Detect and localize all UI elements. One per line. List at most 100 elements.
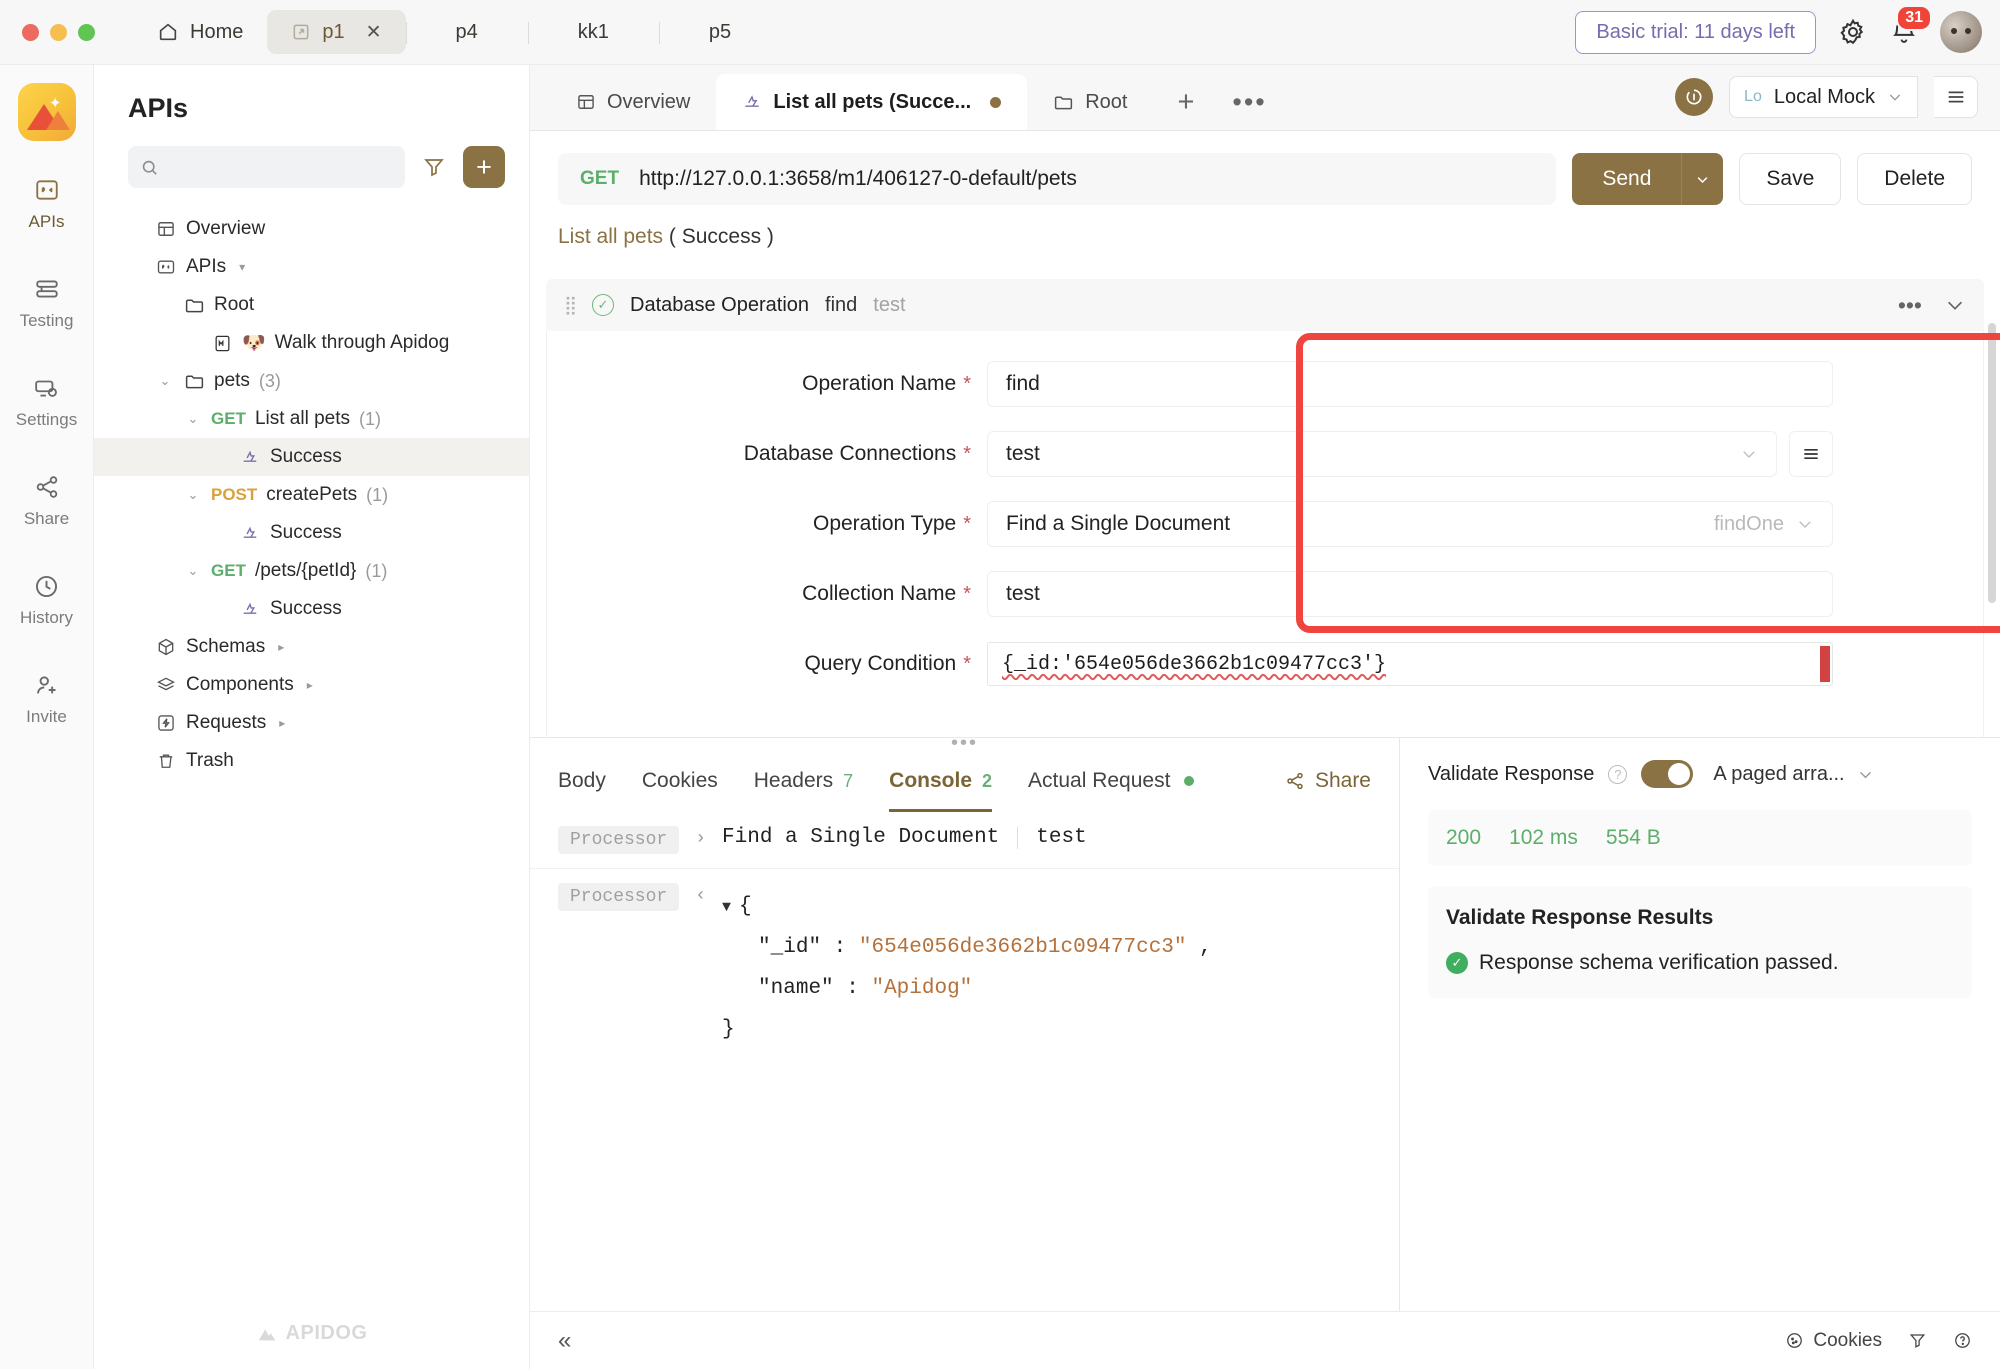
tree-item-caret-icon[interactable]: ▾ [239, 260, 245, 274]
search-box[interactable] [128, 146, 405, 188]
json-value: "Apidog" [871, 976, 973, 1000]
tab-console[interactable]: Console 2 [889, 750, 992, 812]
minimize-window-button[interactable] [50, 23, 67, 41]
url-bar[interactable]: GET http://127.0.0.1:3658/m1/406127-0-de… [558, 153, 1557, 205]
filter-icon[interactable] [1908, 1331, 1927, 1350]
apidog-watermark: APIDOG [256, 1322, 368, 1345]
tree-item-success[interactable]: ⌄Success [94, 590, 529, 628]
new-tab-button[interactable]: + [1153, 74, 1218, 130]
search-input[interactable] [169, 157, 393, 177]
share-button[interactable]: Share [1285, 769, 1371, 793]
send-button[interactable]: Send [1572, 153, 1682, 205]
sync-icon[interactable] [1675, 78, 1714, 116]
tree-item-components[interactable]: ⌄Components▸ [94, 666, 529, 704]
drag-handle-icon[interactable]: ⣿ [564, 296, 577, 314]
trial-badge[interactable]: Basic trial: 11 days left [1575, 10, 1816, 54]
database-connection-menu-icon[interactable] [1789, 431, 1833, 477]
tab-root[interactable]: Root [1027, 74, 1153, 130]
tree-item-createpets[interactable]: ⌄ POST createPets (1) [94, 476, 529, 514]
notifications-bell-icon[interactable]: 31 [1890, 5, 1932, 47]
environment-menu-icon[interactable] [1934, 76, 1978, 118]
validate-toggle[interactable] [1641, 760, 1694, 788]
required-marker: * [963, 373, 971, 395]
help-icon[interactable] [1953, 1331, 1972, 1350]
tabs-more-button[interactable]: ••• [1218, 74, 1280, 130]
rail-item-invite[interactable]: Invite [0, 670, 93, 727]
rail-item-history[interactable]: History [0, 571, 93, 628]
tab-divider [658, 22, 660, 44]
add-button[interactable]: + [463, 146, 505, 188]
tree-item-overview[interactable]: ⌄Overview [94, 210, 529, 248]
tree-item-label: Success [270, 446, 342, 467]
rail-item-testing[interactable]: Testing [0, 274, 93, 331]
response-left: ••• Body Cookies Headers 7 Console 2 Act… [530, 733, 1400, 1311]
chevron-down-icon[interactable]: ⌄ [156, 373, 174, 389]
tree-item-pets-petid[interactable]: ⌄ GET/pets/{petId} (1) [94, 552, 529, 590]
operation-header-actions: ••• [1898, 292, 1966, 319]
collapse-chevron-icon[interactable] [1944, 294, 1966, 316]
window-tab-p4[interactable]: p4 [405, 10, 528, 54]
unsaved-dot [990, 96, 1002, 108]
resize-grip[interactable]: ••• [530, 733, 1399, 753]
chevron-down-icon[interactable]: ⌄ [184, 487, 202, 503]
rail-item-share[interactable]: Share [0, 472, 93, 529]
window-tab-p5[interactable]: p5 [658, 10, 781, 54]
send-options-icon[interactable] [1681, 153, 1724, 205]
chevron-down-icon[interactable]: ▼ [722, 899, 731, 916]
chevron-down-icon[interactable]: ⌄ [184, 411, 202, 427]
operation-name-input[interactable]: find [987, 361, 1833, 407]
database-connection-select[interactable]: test [987, 431, 1777, 477]
window-tab-p1[interactable]: p1 ✕ [267, 10, 406, 54]
tab-cookies[interactable]: Cookies [642, 750, 718, 812]
tree-item-root[interactable]: ⌄Root [94, 286, 529, 324]
tab-body[interactable]: Body [558, 750, 606, 812]
rail-item-apis[interactable]: APIs [0, 175, 93, 232]
filter-icon[interactable] [417, 150, 451, 184]
more-icon[interactable]: ••• [1898, 292, 1922, 319]
tree-item-apis[interactable]: ⌄APIs▾ [94, 248, 529, 286]
expand-arrow-icon[interactable]: › [695, 826, 706, 849]
home-tab[interactable]: Home [133, 10, 269, 54]
tree-item-schemas[interactable]: ⌄Schemas▸ [94, 628, 529, 666]
tree-item-list-all-pets[interactable]: ⌄ GET List all pets (1) [94, 400, 529, 438]
tree-item-caret-icon[interactable]: ▸ [279, 716, 285, 730]
save-button[interactable]: Save [1739, 153, 1842, 205]
tree-item-caret-icon[interactable]: ▸ [278, 640, 284, 654]
collapse-arrow-icon[interactable]: ‹ [695, 883, 706, 906]
operation-type-select[interactable]: Find a Single Document findOne [987, 501, 1833, 547]
tree-item-success[interactable]: ⌄Success [94, 514, 529, 552]
enabled-check-icon[interactable]: ✓ [592, 294, 614, 316]
tab-headers[interactable]: Headers 7 [754, 750, 853, 812]
delete-button[interactable]: Delete [1857, 153, 1972, 205]
tab-overview[interactable]: Overview [550, 74, 716, 130]
close-icon[interactable]: ✕ [366, 23, 382, 42]
close-window-button[interactable] [22, 23, 39, 41]
tree-item-pets[interactable]: ⌄ pets (3) [94, 362, 529, 400]
cookies-button[interactable]: Cookies [1785, 1330, 1882, 1352]
collection-name-input[interactable]: test [987, 571, 1833, 617]
gear-icon[interactable] [1838, 17, 1868, 47]
history-icon [32, 571, 62, 601]
tree-item-trash[interactable]: ⌄Trash [94, 742, 529, 780]
environment-select[interactable]: Lo Local Mock [1729, 76, 1918, 118]
breadcrumb-name[interactable]: List all pets [558, 225, 663, 248]
tree-item-success[interactable]: ⌄Success [94, 438, 529, 476]
avatar[interactable] [1940, 11, 1982, 53]
schema-select[interactable]: A paged arra... [1713, 763, 1873, 786]
window-tab-kk1[interactable]: kk1 [527, 10, 659, 54]
rail-item-settings[interactable]: Settings [0, 373, 93, 430]
rail-item-label: Invite [26, 707, 67, 726]
tab-actual-request[interactable]: Actual Request [1028, 750, 1195, 812]
tree-item-requests[interactable]: ⌄Requests▸ [94, 704, 529, 742]
tab-list-all-pets[interactable]: List all pets (Succe... [716, 74, 1028, 130]
query-condition-editor[interactable]: {_id:'654e056de3662b1c09477cc3'} [987, 642, 1833, 686]
rail-item-label: Settings [15, 410, 78, 429]
help-icon[interactable]: ? [1608, 764, 1628, 784]
chevron-down-icon[interactable]: ⌄ [184, 563, 202, 579]
tree-item-caret-icon[interactable]: ▸ [307, 678, 313, 692]
editor-scrollbar[interactable] [1988, 323, 1996, 603]
collapse-panel-icon[interactable]: « [558, 1327, 571, 1355]
tree-item-walk-through-apidog[interactable]: ⌄🐶Walk through Apidog [94, 324, 529, 362]
url-text[interactable]: http://127.0.0.1:3658/m1/406127-0-defaul… [639, 167, 1077, 191]
maximize-window-button[interactable] [78, 23, 95, 41]
